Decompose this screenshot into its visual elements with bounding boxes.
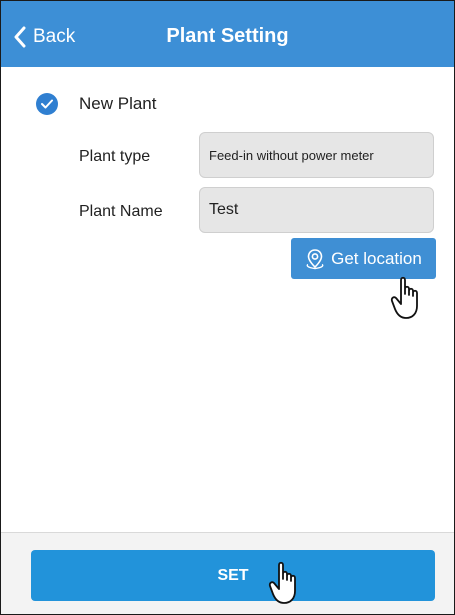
nav-bar: Back Plant Setting xyxy=(1,1,454,67)
check-circle-icon[interactable] xyxy=(36,93,58,115)
new-plant-label: New Plant xyxy=(79,94,157,113)
new-plant-option[interactable]: New Plant xyxy=(36,93,156,115)
hand-pointer-icon xyxy=(268,561,296,604)
app-screen: Back Plant Setting New Plant Plant type … xyxy=(0,0,455,615)
set-label: SET xyxy=(217,566,249,584)
plant-settings-form: New Plant Plant type Feed-in without pow… xyxy=(1,67,454,532)
plant-type-field[interactable]: Feed-in without power meter xyxy=(199,132,434,178)
page-title: Plant Setting xyxy=(166,25,289,47)
footer-bar: SET xyxy=(1,532,454,614)
get-location-button[interactable]: Get location xyxy=(291,238,436,279)
get-location-label: Get location xyxy=(331,248,422,268)
plant-type-value: Feed-in without power meter xyxy=(209,147,374,163)
plant-name-input[interactable]: Test xyxy=(199,187,434,233)
plant-type-label: Plant type xyxy=(79,148,151,165)
set-button[interactable]: SET xyxy=(31,550,435,601)
plant-name-value: Test xyxy=(209,201,239,218)
plant-name-label: Plant Name xyxy=(79,203,163,220)
hand-pointer-icon xyxy=(390,276,418,319)
location-pin-icon xyxy=(306,248,324,269)
